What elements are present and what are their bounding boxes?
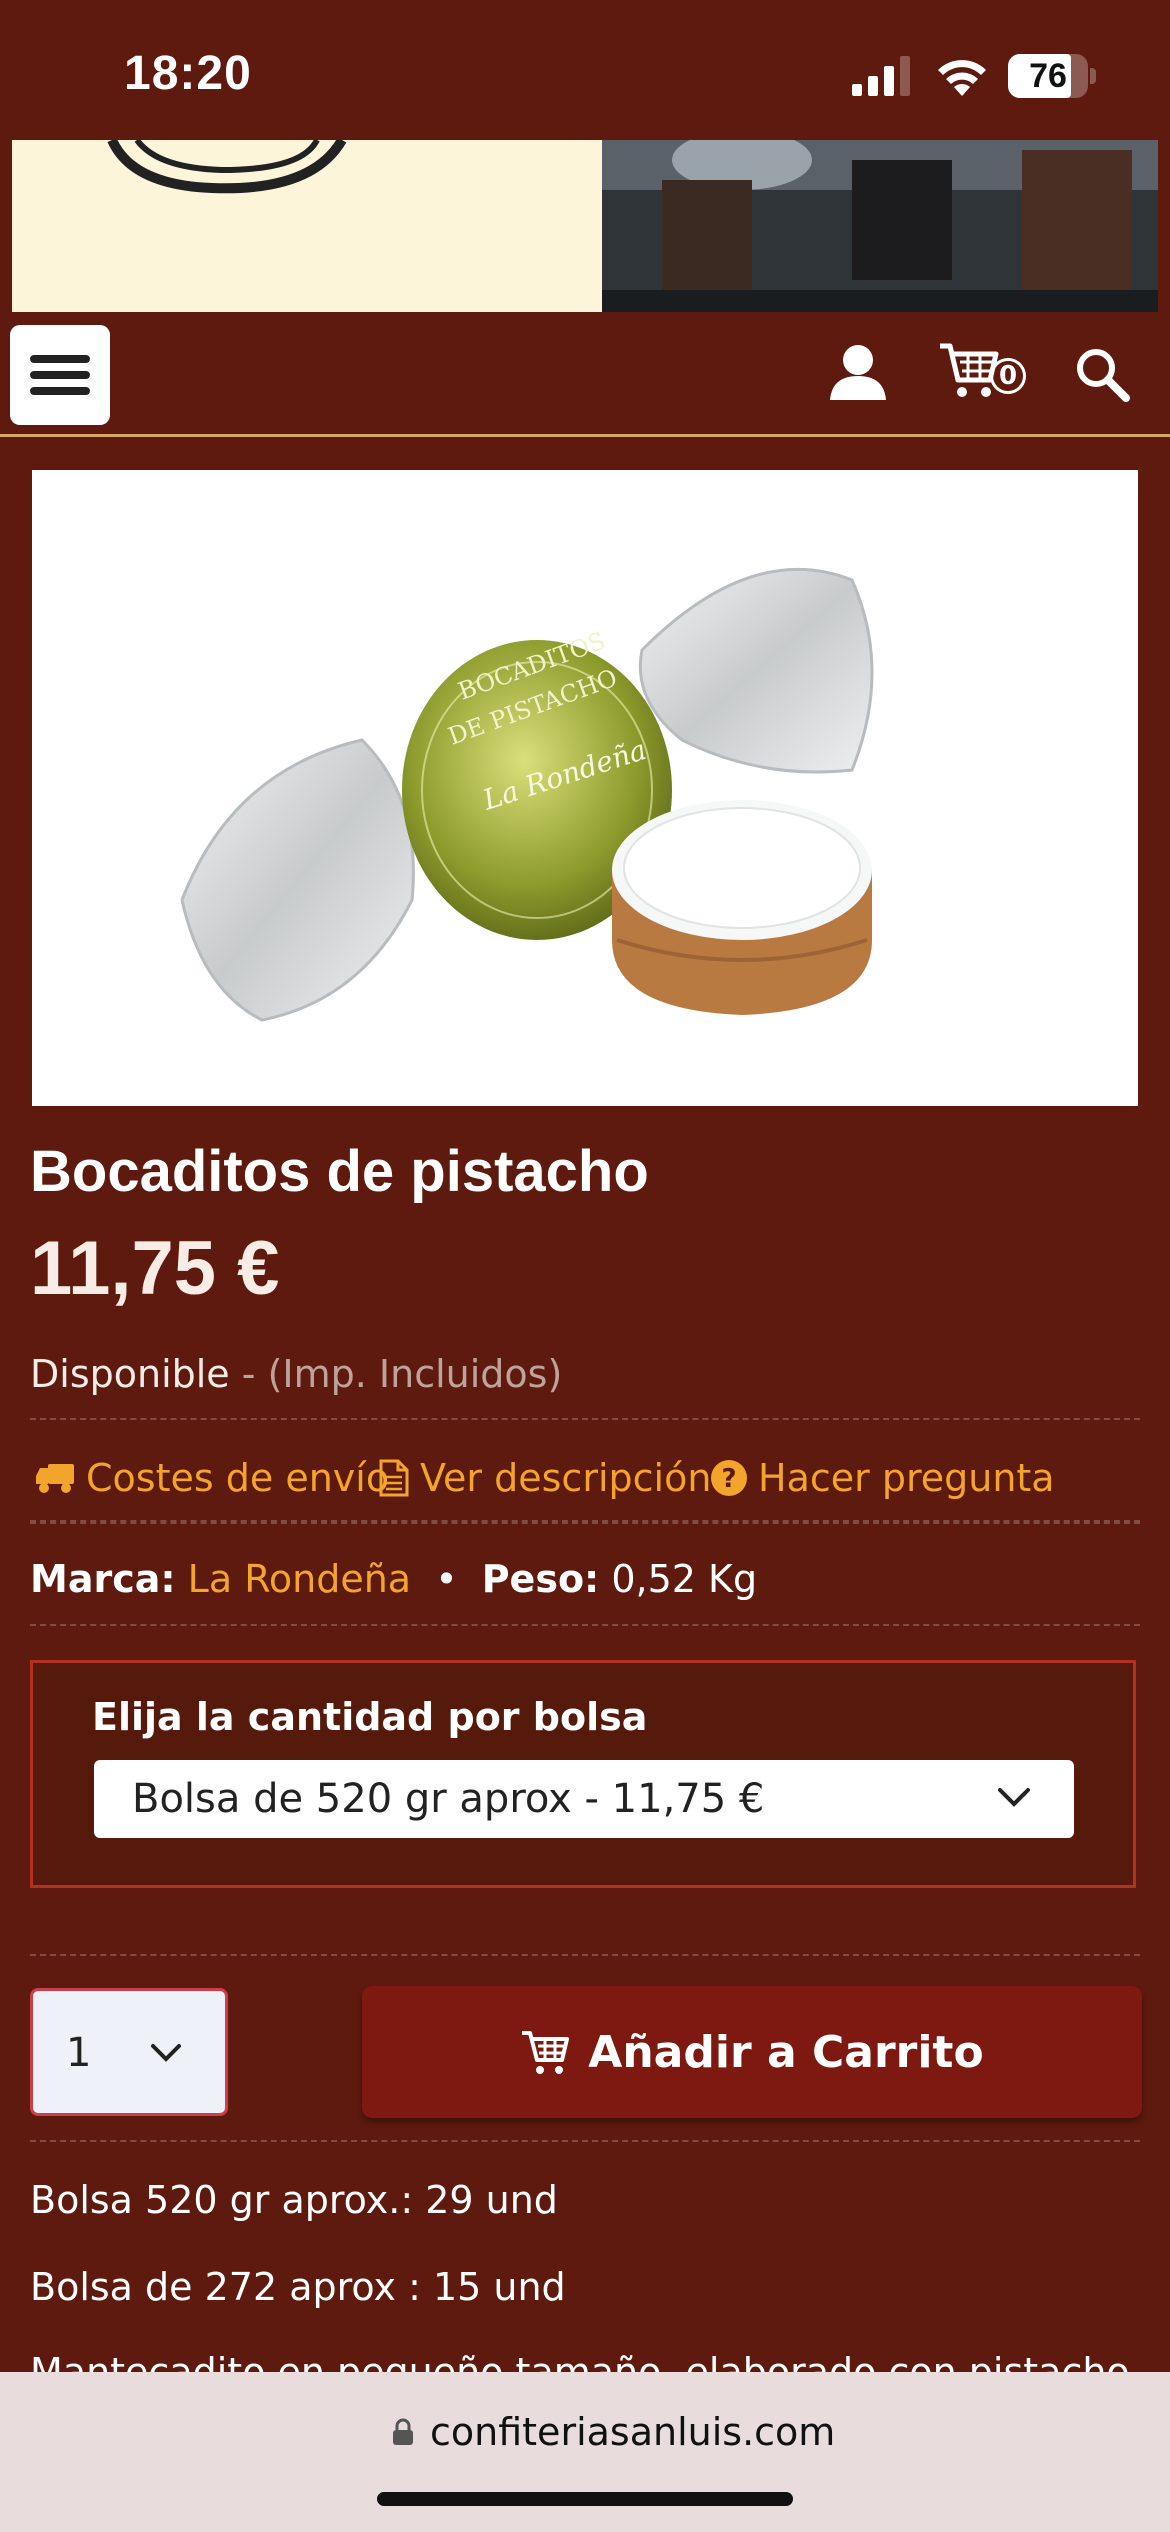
- product-title: Bocaditos de pistacho: [30, 1139, 649, 1204]
- info-line: Bolsa de 272 aprox : 15 und: [30, 2265, 566, 2309]
- shopping-cart-icon: [522, 2031, 570, 2074]
- chevron-down-icon: [998, 1788, 1030, 1807]
- url-display[interactable]: confiteriasanluis.com: [392, 2410, 835, 2454]
- url-text: confiteriasanluis.com: [430, 2410, 836, 2454]
- hamburger-menu-button[interactable]: [10, 325, 110, 425]
- truck-icon: [36, 1464, 74, 1493]
- bag-size-select[interactable]: Bolsa de 520 gr aprox - 11,75 €: [94, 1760, 1074, 1838]
- lock-icon: [393, 2418, 413, 2445]
- hamburger-icon: [30, 355, 90, 395]
- header-banner-photo: [602, 140, 1158, 312]
- chevron-down-icon: [151, 2044, 181, 2062]
- cart-button[interactable]: 0: [938, 340, 1030, 400]
- product-specs: Marca: La Rondeña • Peso: 0,52 Kg: [30, 1557, 757, 1601]
- nav-divider: [0, 434, 1170, 437]
- brand-label: Marca:: [30, 1557, 176, 1601]
- product-price: 11,75 €: [30, 1226, 280, 1311]
- availability-row: Disponible - (Imp. Incluidos): [30, 1352, 562, 1396]
- weight-value: 0,52 Kg: [611, 1557, 758, 1601]
- add-to-cart-button[interactable]: Añadir a Carrito: [362, 1986, 1142, 2118]
- info-line: Bolsa 520 gr aprox.: 29 und: [30, 2178, 558, 2222]
- divider: [30, 1954, 1140, 1956]
- shipping-costs-label: Costes de envío: [86, 1456, 390, 1500]
- product-image[interactable]: BOCADITOS DE PISTACHO La Rondeña: [32, 470, 1138, 1106]
- banner-photo-image: [602, 140, 1158, 312]
- tax-note: - (Imp. Incluidos): [241, 1352, 563, 1396]
- view-description-link[interactable]: Ver descripción: [378, 1456, 711, 1500]
- availability-status: Disponible: [30, 1352, 230, 1396]
- document-icon: [379, 1459, 409, 1497]
- spec-bullet: •: [435, 1557, 458, 1601]
- ask-question-label: Hacer pregunta: [758, 1456, 1055, 1500]
- bag-size-label: Elija la cantidad por bolsa: [92, 1695, 648, 1739]
- add-to-cart-label: Añadir a Carrito: [588, 2026, 984, 2078]
- quantity-select[interactable]: [30, 1988, 228, 2116]
- home-indicator: [377, 2492, 793, 2506]
- quantity-value: 1: [66, 2030, 92, 2076]
- divider: [30, 2140, 1140, 2142]
- user-account-icon[interactable]: [828, 342, 888, 402]
- cart-count-badge: 0: [990, 358, 1026, 394]
- svg-text:?: ?: [721, 1464, 736, 1494]
- product-photo: BOCADITOS DE PISTACHO La Rondeña: [180, 567, 874, 1022]
- battery-level: 76: [1029, 57, 1067, 95]
- shipping-costs-link[interactable]: Costes de envío: [34, 1456, 389, 1500]
- question-icon: ?: [711, 1460, 747, 1496]
- ask-question-link[interactable]: ? Hacer pregunta: [710, 1456, 1055, 1500]
- search-icon[interactable]: [1074, 346, 1130, 402]
- view-description-label: Ver descripción: [420, 1456, 712, 1500]
- divider: [30, 1624, 1140, 1626]
- weight-label: Peso:: [481, 1557, 600, 1601]
- brand-link[interactable]: La Rondeña: [188, 1557, 411, 1601]
- divider: [30, 1522, 1140, 1524]
- battery-icon: 76: [1008, 54, 1098, 98]
- store-logo: [107, 140, 347, 194]
- status-time: 18:20: [124, 47, 252, 100]
- wifi-icon: [938, 60, 986, 96]
- divider: [30, 1418, 1140, 1420]
- header-banner-logo: [12, 140, 602, 312]
- cellular-signal-icon: [852, 56, 910, 96]
